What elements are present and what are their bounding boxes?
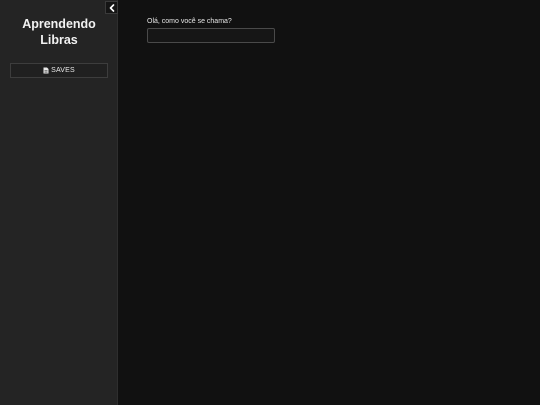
saves-button-label: SAVES bbox=[51, 67, 75, 74]
file-icon bbox=[43, 67, 49, 74]
name-input[interactable] bbox=[147, 28, 275, 43]
saves-button[interactable]: SAVES bbox=[10, 63, 108, 78]
main-content: Olá, como você se chama? bbox=[119, 0, 540, 405]
sidebar: Aprendendo Libras SAVES bbox=[0, 0, 118, 405]
name-prompt-label: Olá, como você se chama? bbox=[147, 18, 232, 25]
chevron-left-icon bbox=[109, 3, 114, 12]
app-window: Aprendendo Libras SAVES Olá, como você s… bbox=[0, 0, 540, 405]
collapse-sidebar-button[interactable] bbox=[105, 1, 118, 14]
app-title: Aprendendo Libras bbox=[22, 17, 96, 47]
